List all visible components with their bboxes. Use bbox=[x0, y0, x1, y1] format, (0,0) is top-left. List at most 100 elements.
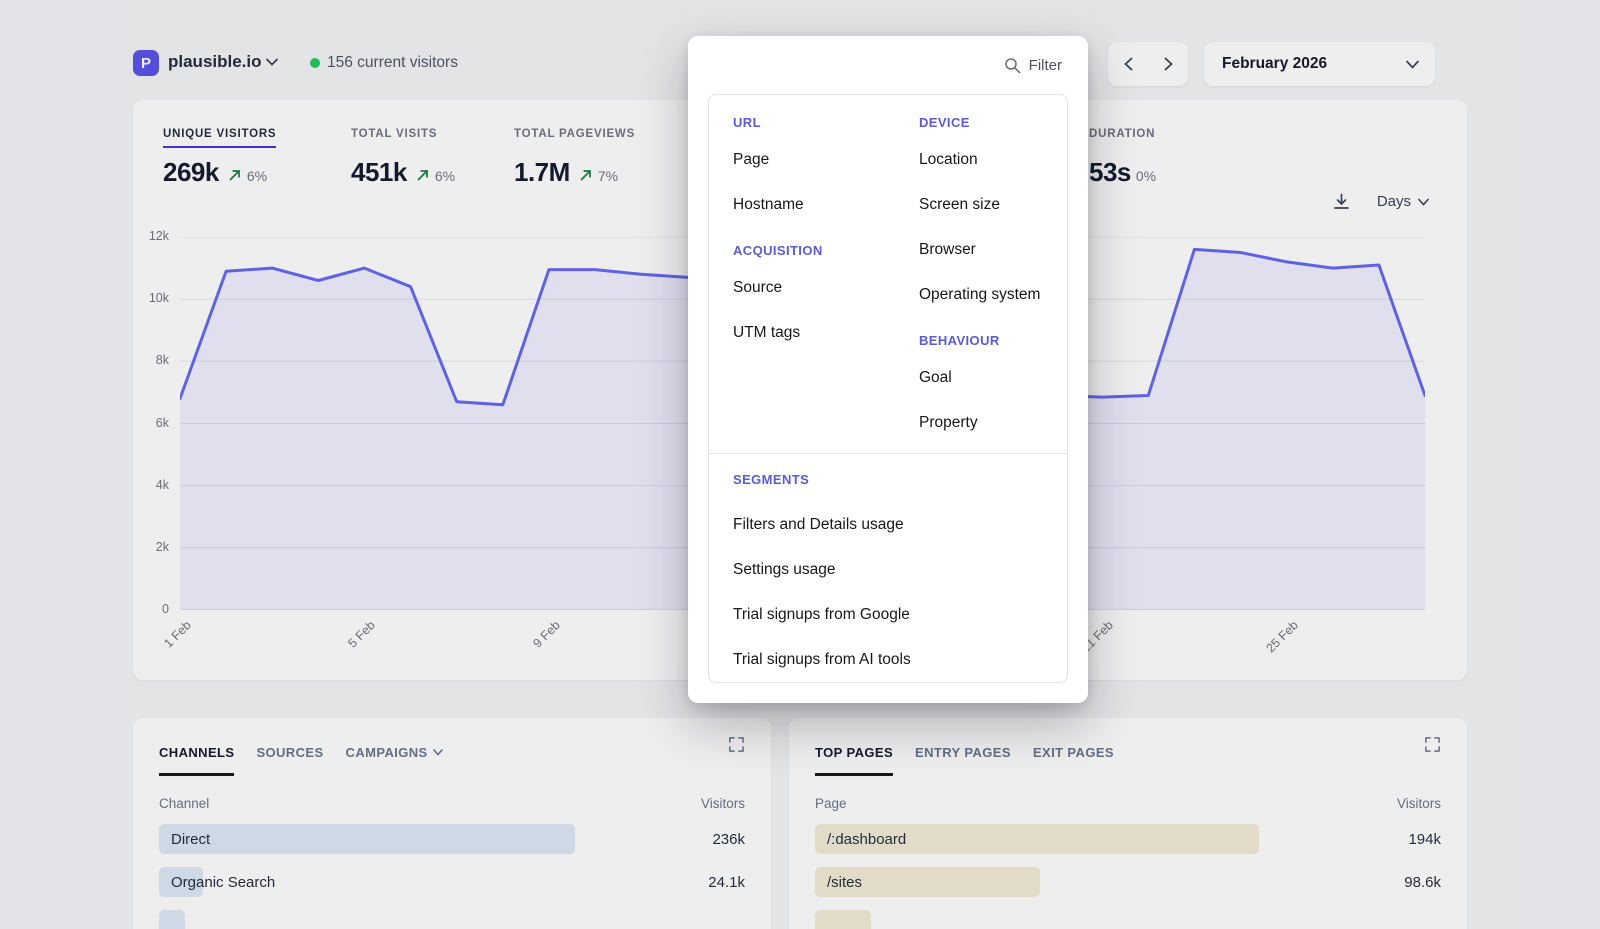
chart-toolbar: Days bbox=[1332, 192, 1429, 211]
segment-settings-usage[interactable]: Settings usage bbox=[733, 547, 1043, 592]
expand-icon[interactable] bbox=[1424, 736, 1441, 753]
row-value: 194k bbox=[1408, 831, 1441, 848]
filter-search-input[interactable]: Filter bbox=[688, 36, 1088, 94]
dashboard-page: P plausible.io 156 current visitors Febr… bbox=[0, 0, 1600, 929]
filter-item-page[interactable]: Page bbox=[733, 137, 919, 182]
column-channel: Channel bbox=[159, 796, 209, 811]
chevron-down-icon bbox=[1406, 60, 1419, 69]
search-icon bbox=[1004, 57, 1021, 74]
prev-period-button[interactable] bbox=[1108, 42, 1148, 86]
tab-campaigns-label: CAMPAIGNS bbox=[346, 745, 428, 760]
y-axis-tick: 0 bbox=[133, 602, 169, 616]
filter-item-location[interactable]: Location bbox=[919, 137, 1043, 182]
tab-entry-pages[interactable]: ENTRY PAGES bbox=[915, 745, 1011, 776]
filter-modal: Filter URL Page Hostname ACQUISITION Sou… bbox=[688, 36, 1088, 703]
filter-item-operating-system[interactable]: Operating system bbox=[919, 272, 1043, 317]
interval-dropdown[interactable]: Days bbox=[1377, 193, 1429, 210]
row-value: 24.1k bbox=[708, 874, 745, 891]
filter-group-title-acquisition: ACQUISITION bbox=[733, 237, 919, 265]
up-arrow-icon bbox=[416, 168, 430, 182]
live-visitors-dot-icon bbox=[310, 58, 320, 68]
stat-change: 0% bbox=[1136, 168, 1156, 184]
filter-item-goal[interactable]: Goal bbox=[919, 355, 1043, 400]
stat-value: 269k bbox=[163, 157, 219, 188]
column-page: Page bbox=[815, 796, 847, 811]
site-switcher-chevron-icon[interactable] bbox=[266, 58, 278, 66]
stat-label: DURATION bbox=[1089, 128, 1155, 148]
y-axis-tick: 12k bbox=[133, 229, 169, 243]
stat-visit-duration[interactable]: DURATION 53s 0% bbox=[1089, 124, 1156, 188]
chevron-down-icon bbox=[1418, 198, 1429, 206]
filter-item-utm-tags[interactable]: UTM tags bbox=[733, 310, 919, 355]
filter-item-browser[interactable]: Browser bbox=[919, 227, 1043, 272]
chevron-down-icon bbox=[433, 749, 443, 756]
table-header: Page Visitors bbox=[815, 796, 1441, 811]
up-arrow-icon bbox=[579, 168, 593, 182]
row-value: 98.6k bbox=[1404, 874, 1441, 891]
x-axis-tick: 1 Feb bbox=[147, 618, 194, 665]
tab-top-pages[interactable]: TOP PAGES bbox=[815, 745, 893, 776]
tab-channels[interactable]: CHANNELS bbox=[159, 745, 234, 776]
stat-label: UNIQUE VISITORS bbox=[163, 128, 276, 148]
y-axis-tick: 8k bbox=[133, 353, 169, 367]
tab-exit-pages[interactable]: EXIT PAGES bbox=[1033, 745, 1114, 776]
stat-value: 53s bbox=[1089, 157, 1131, 188]
filter-search-placeholder: Filter bbox=[1029, 57, 1062, 74]
channels-table: Direct 236k Organic Search 24.1k bbox=[159, 824, 745, 929]
filter-item-property[interactable]: Property bbox=[919, 400, 1043, 445]
table-row[interactable]: Organic Search 24.1k bbox=[159, 867, 745, 897]
current-visitors-count[interactable]: 156 current visitors bbox=[327, 54, 458, 72]
stat-value: 451k bbox=[351, 157, 407, 188]
row-link[interactable]: Direct bbox=[159, 831, 210, 848]
y-axis-tick: 2k bbox=[133, 540, 169, 554]
filter-col-right: DEVICE Location Screen size Browser Oper… bbox=[919, 109, 1043, 445]
stat-change: 6% bbox=[435, 168, 455, 184]
interval-label: Days bbox=[1377, 193, 1411, 210]
stat-change: 6% bbox=[247, 168, 267, 184]
segment-trial-signups-from-ai-tools[interactable]: Trial signups from AI tools bbox=[733, 637, 1043, 682]
table-row[interactable]: /sites 98.6k bbox=[815, 867, 1441, 897]
channels-panel: CHANNELS SOURCES CAMPAIGNS Channel Visit… bbox=[133, 718, 771, 929]
filter-group-title-behaviour: BEHAVIOUR bbox=[919, 327, 1043, 355]
x-axis-tick: 9 Feb bbox=[516, 618, 563, 665]
channels-panel-tabs: CHANNELS SOURCES CAMPAIGNS bbox=[159, 740, 745, 776]
pages-table: /:dashboard 194k /sites 98.6k bbox=[815, 824, 1441, 929]
row-link[interactable]: /:dashboard bbox=[815, 831, 906, 848]
filter-item-hostname[interactable]: Hostname bbox=[733, 182, 919, 227]
filter-options: URL Page Hostname ACQUISITION Source UTM… bbox=[708, 94, 1068, 683]
plausible-logo-icon: P bbox=[133, 50, 159, 76]
y-axis-tick: 4k bbox=[133, 478, 169, 492]
next-period-button[interactable] bbox=[1148, 42, 1188, 86]
up-arrow-icon bbox=[228, 168, 242, 182]
expand-icon[interactable] bbox=[728, 736, 745, 753]
row-bar bbox=[815, 910, 871, 929]
row-link[interactable]: Organic Search bbox=[159, 874, 275, 891]
site-name[interactable]: plausible.io bbox=[168, 52, 262, 72]
stat-unique-visitors[interactable]: UNIQUE VISITORS 269k 6% bbox=[163, 124, 276, 188]
table-header: Channel Visitors bbox=[159, 796, 745, 811]
row-link[interactable]: /sites bbox=[815, 874, 862, 891]
table-row[interactable]: /:dashboard 194k bbox=[815, 824, 1441, 854]
segment-trial-signups-from-google[interactable]: Trial signups from Google bbox=[733, 592, 1043, 637]
pages-panel-tabs: TOP PAGES ENTRY PAGES EXIT PAGES bbox=[815, 740, 1441, 776]
stat-label: TOTAL PAGEVIEWS bbox=[514, 128, 635, 148]
x-axis-tick: 25 Feb bbox=[1254, 618, 1301, 665]
stat-total-visits[interactable]: TOTAL VISITS 451k 6% bbox=[351, 124, 455, 188]
x-axis-tick: 5 Feb bbox=[332, 618, 379, 665]
segment-filters-and-details-usage[interactable]: Filters and Details usage bbox=[733, 502, 1043, 547]
download-icon[interactable] bbox=[1332, 192, 1351, 211]
row-bar bbox=[159, 910, 185, 929]
date-range-dropdown[interactable]: February 2026 bbox=[1204, 42, 1435, 86]
filter-group-title-device: DEVICE bbox=[919, 109, 1043, 137]
tab-sources[interactable]: SOURCES bbox=[256, 745, 323, 776]
filter-item-source[interactable]: Source bbox=[733, 265, 919, 310]
stat-total-pageviews[interactable]: TOTAL PAGEVIEWS 1.7M 7% bbox=[514, 124, 635, 188]
divider bbox=[709, 453, 1067, 454]
y-axis-tick: 10k bbox=[133, 291, 169, 305]
table-row[interactable] bbox=[815, 910, 1441, 929]
table-row[interactable]: Direct 236k bbox=[159, 824, 745, 854]
filter-item-screen-size[interactable]: Screen size bbox=[919, 182, 1043, 227]
tab-campaigns[interactable]: CAMPAIGNS bbox=[346, 745, 443, 776]
table-row[interactable] bbox=[159, 910, 745, 929]
stat-change: 7% bbox=[598, 168, 618, 184]
